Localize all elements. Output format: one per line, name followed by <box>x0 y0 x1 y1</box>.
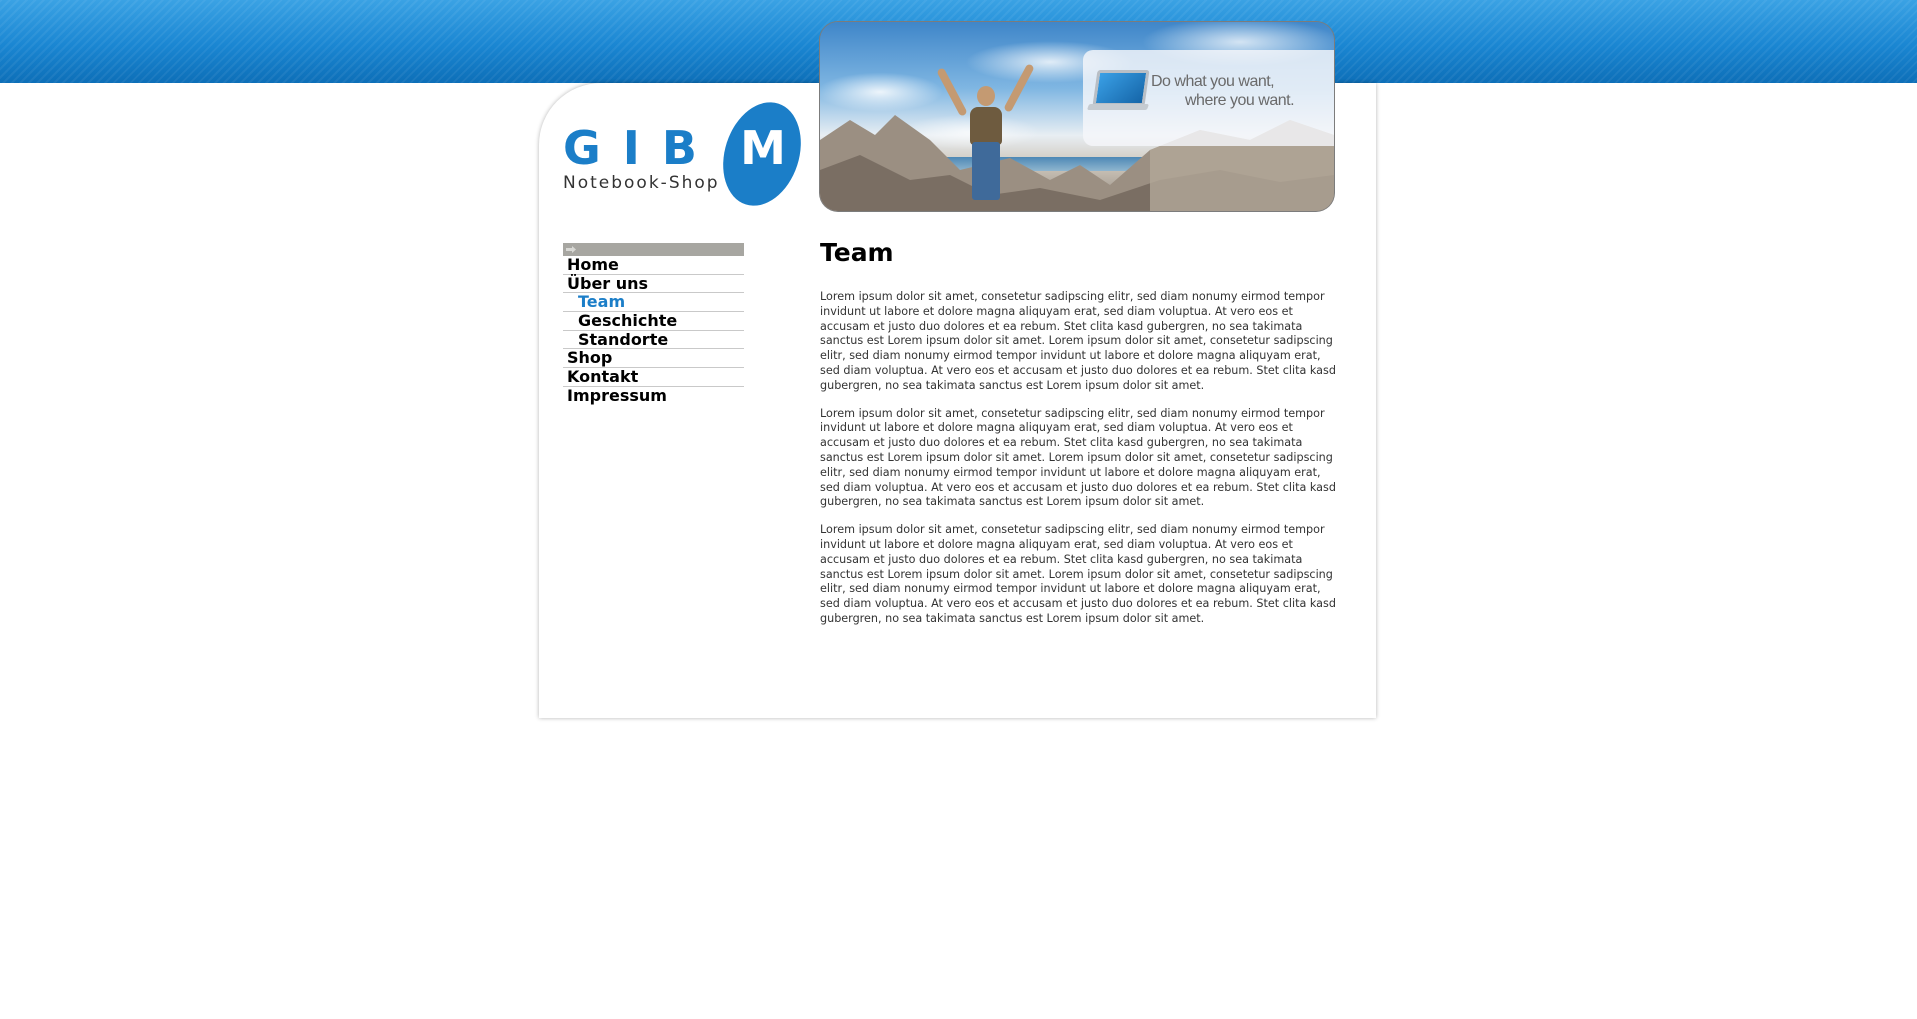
content-paragraph: Lorem ipsum dolor sit amet, consetetur s… <box>820 406 1336 509</box>
laptop-base-shape <box>1086 104 1150 110</box>
nav-header-bar <box>563 243 744 256</box>
arrow-right-icon <box>566 246 576 253</box>
nav-item-kontakt[interactable]: Kontakt <box>563 368 744 387</box>
nav-item-impressum[interactable]: Impressum <box>563 386 744 405</box>
logo-subtitle: Notebook-Shop <box>563 173 720 193</box>
logo-m-letter: M <box>740 121 786 175</box>
banner-person-head <box>977 86 995 106</box>
banner-person-legs <box>972 142 1000 200</box>
nav-item-ueber-uns[interactable]: Über uns <box>563 274 744 294</box>
banner-promo-text: Do what you want, where you want. <box>1151 72 1321 110</box>
sidebar-nav: Home Über uns Team Geschichte Standorte … <box>563 243 744 405</box>
nav-item-home[interactable]: Home <box>563 256 744 275</box>
content-paragraph: Lorem ipsum dolor sit amet, consetetur s… <box>820 523 1336 625</box>
promo-line-2: where you want. <box>1185 92 1295 109</box>
nav-item-geschichte[interactable]: Geschichte <box>563 312 744 331</box>
laptop-icon <box>1092 70 1150 106</box>
banner-person-body <box>970 107 1002 145</box>
main-content: Team Lorem ipsum dolor sit amet, consete… <box>820 236 1336 627</box>
content-paragraph: Lorem ipsum dolor sit amet, consetetur s… <box>820 290 1336 392</box>
logo-letters: GIB <box>563 121 719 175</box>
promo-line-1: Do what you want, <box>1151 73 1275 90</box>
nav-item-standorte[interactable]: Standorte <box>563 330 744 350</box>
header-banner-image: Do what you want, where you want. <box>820 22 1334 211</box>
page-title: Team <box>820 238 894 267</box>
nav-item-shop[interactable]: Shop <box>563 349 744 369</box>
nav-item-team[interactable]: Team <box>563 293 744 313</box>
